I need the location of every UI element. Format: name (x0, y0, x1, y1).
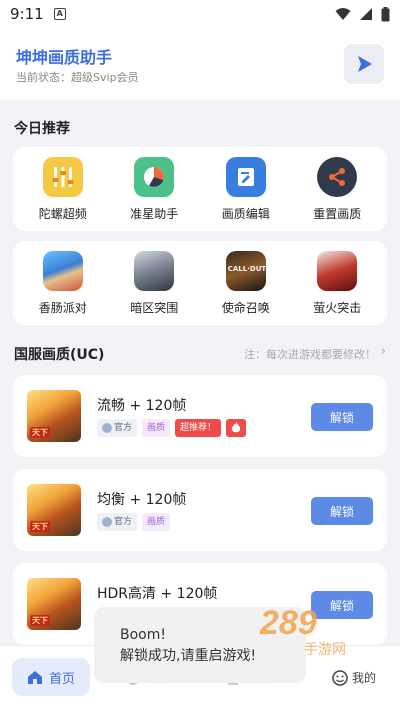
game-call-of-duty[interactable]: CALL·DUTY 使命召唤 (204, 251, 288, 316)
play-icon (358, 56, 372, 72)
avatar-icon (102, 517, 112, 527)
status-indicators (335, 6, 390, 22)
quality-badge: 画质 (142, 419, 171, 437)
game-label: 香肠派对 (38, 301, 87, 315)
tool-quality-edit[interactable]: 画质编辑 (204, 157, 288, 222)
preset-title: HDR高清 + 120帧 (97, 586, 218, 602)
tool-crosshair[interactable]: 准星助手 (112, 157, 196, 222)
edit-icon (225, 157, 266, 197)
game-firefly-assault[interactable]: 萤火突击 (295, 251, 379, 316)
game-arena-breakout[interactable]: 暗区突围 (112, 251, 196, 316)
share-icon (317, 157, 358, 197)
avatar-icon (102, 423, 112, 433)
signal-icon (360, 8, 372, 20)
crosshair-icon (134, 157, 175, 197)
preset-badges: 官方 画质 超推荐！ (97, 419, 247, 437)
game-label: 暗区突围 (130, 301, 179, 315)
official-badge: 官方 (97, 513, 138, 531)
tools-card: 陀螺超频 准星助手 画质编辑 重置画质 (13, 147, 387, 231)
preset-item: 天下 均衡 + 120帧 官方 画质 解锁 (13, 469, 387, 551)
status-time: 9:11 (10, 5, 44, 23)
arena-breakout-icon (134, 251, 175, 291)
site-watermark: 289 手游网 (256, 600, 366, 660)
battery-icon (381, 6, 390, 21)
sausage-party-icon (42, 251, 83, 291)
tool-label: 陀螺超频 (38, 207, 87, 221)
uc-section-title: 国服画质(UC) (14, 347, 105, 363)
tool-label: 准星助手 (130, 207, 179, 221)
watermark-number: 289 (259, 604, 317, 642)
game-label: 萤火突击 (313, 301, 362, 315)
preset-badges: 官方 画质 (97, 513, 171, 531)
game-label: 使命召唤 (221, 301, 270, 315)
fire-icon (226, 419, 247, 437)
notification-icon: A (53, 8, 66, 20)
firefly-assault-icon (317, 251, 358, 291)
recommend-badge: 超推荐！ (175, 419, 222, 437)
uc-section-header[interactable]: 国服画质(UC) 注：每次进游戏都要修改！ › (14, 342, 386, 364)
call-of-duty-icon: CALL·DUTY (225, 251, 266, 291)
tool-label: 画质编辑 (221, 207, 270, 221)
thumbnail-tag: 天下 (30, 615, 50, 626)
wifi-icon (335, 8, 351, 20)
app-title: 坤坤画质助手 (16, 48, 113, 67)
tab-me[interactable]: 我的 (332, 669, 376, 686)
tab-home[interactable]: 首页 (12, 658, 90, 696)
uc-note: 注：每次进游戏都要修改！ (244, 348, 376, 361)
preset-title: 均衡 + 120帧 (97, 492, 187, 508)
cod-logo-text: CALL·DUTY (227, 265, 266, 273)
home-icon (27, 671, 42, 684)
pubg-thumbnail: 天下 (27, 484, 81, 536)
smile-icon (332, 669, 348, 686)
unlock-button[interactable]: 解锁 (311, 497, 373, 525)
today-section-title: 今日推荐 (14, 121, 70, 137)
unlock-button[interactable]: 解锁 (311, 403, 373, 431)
pubg-thumbnail: 天下 (27, 578, 81, 630)
preset-title: 流畅 + 120帧 (97, 398, 187, 414)
tab-label: 我的 (351, 671, 376, 685)
badge-label: 官方 (114, 517, 133, 527)
game-sausage-party[interactable]: 香肠派对 (21, 251, 105, 316)
tool-gyro[interactable]: 陀螺超频 (21, 157, 105, 222)
watermark-sub: 手游网 (304, 642, 346, 658)
pubg-thumbnail: 天下 (27, 390, 81, 442)
preset-item: 天下 流畅 + 120帧 官方 画质 超推荐！ 解锁 (13, 375, 387, 457)
gyro-icon (42, 157, 83, 197)
launch-game-button[interactable] (344, 44, 384, 84)
chevron-right-icon: › (380, 344, 386, 359)
thumbnail-tag: 天下 (30, 521, 50, 532)
tool-reset-quality[interactable]: 重置画质 (295, 157, 379, 222)
quality-badge: 画质 (142, 513, 171, 531)
tab-label: 首页 (48, 671, 75, 687)
badge-label: 官方 (114, 423, 133, 433)
thumbnail-tag: 天下 (30, 427, 50, 438)
games-card: 香肠派对 暗区突围 CALL·DUTY 使命召唤 萤火突击 (13, 241, 387, 325)
official-badge: 官方 (97, 419, 138, 437)
status-bar: 9:11 A (0, 0, 400, 28)
app-header: 坤坤画质助手 当前状态：超级Svip会员 (0, 28, 400, 100)
membership-status: 当前状态：超级Svip会员 (16, 71, 139, 84)
tool-label: 重置画质 (313, 207, 362, 221)
